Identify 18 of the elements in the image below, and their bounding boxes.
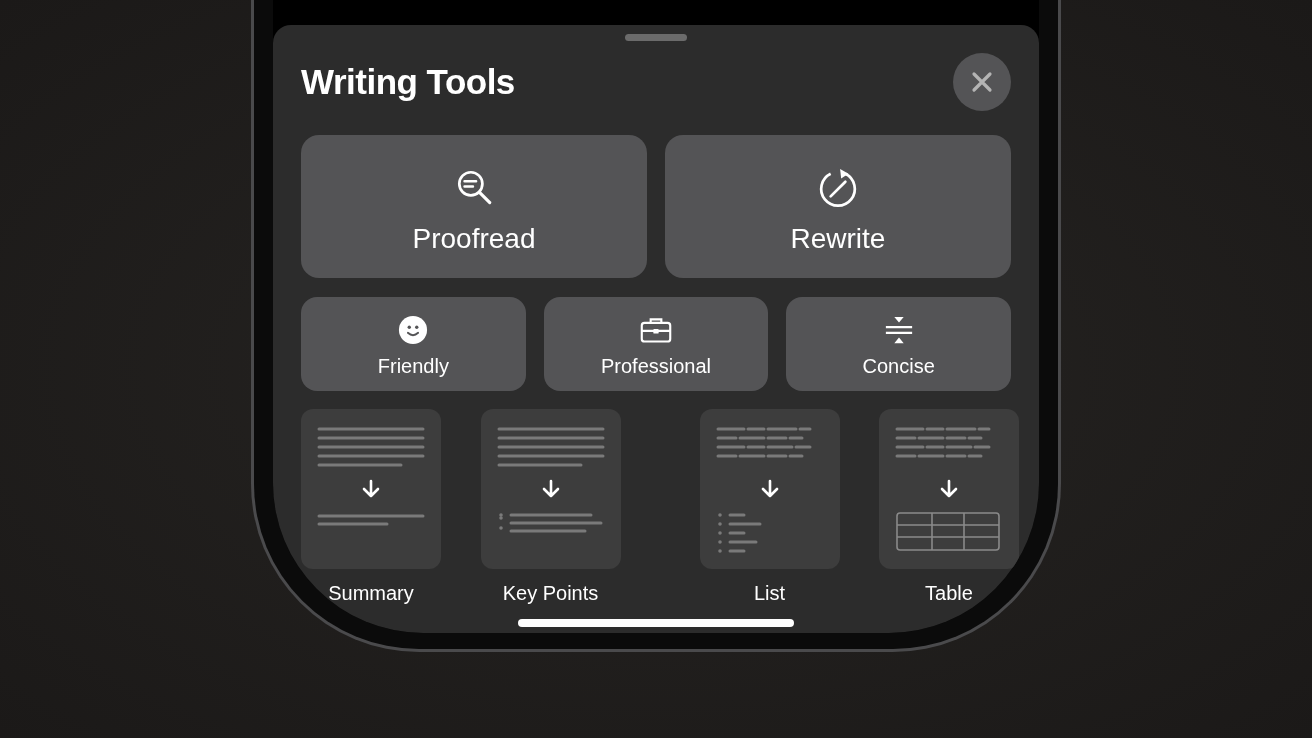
close-icon — [971, 71, 993, 93]
rewrite-button[interactable]: Rewrite — [665, 135, 1011, 278]
key-points-label[interactable]: Key Points — [502, 582, 599, 605]
table-thumbnail[interactable] — [879, 409, 1019, 569]
sheet-title: Writing Tools — [301, 62, 515, 102]
concise-button[interactable]: Concise — [786, 297, 1011, 391]
professional-button[interactable]: Professional — [543, 297, 769, 391]
table-label[interactable]: Table — [925, 582, 973, 605]
list-label[interactable]: List — [753, 582, 786, 605]
circular-arrow-pencil-icon — [817, 166, 859, 209]
friendly-button[interactable]: Friendly — [301, 297, 526, 391]
smiley-icon — [397, 314, 430, 345]
sheet-grabber[interactable] — [625, 34, 687, 41]
list-thumbnail[interactable] — [699, 409, 840, 569]
proofread-button[interactable]: Proofread — [301, 135, 647, 278]
summary-label[interactable]: Summary — [328, 582, 414, 605]
key-points-thumbnail[interactable] — [480, 409, 621, 569]
summary-thumbnail[interactable] — [301, 409, 441, 569]
